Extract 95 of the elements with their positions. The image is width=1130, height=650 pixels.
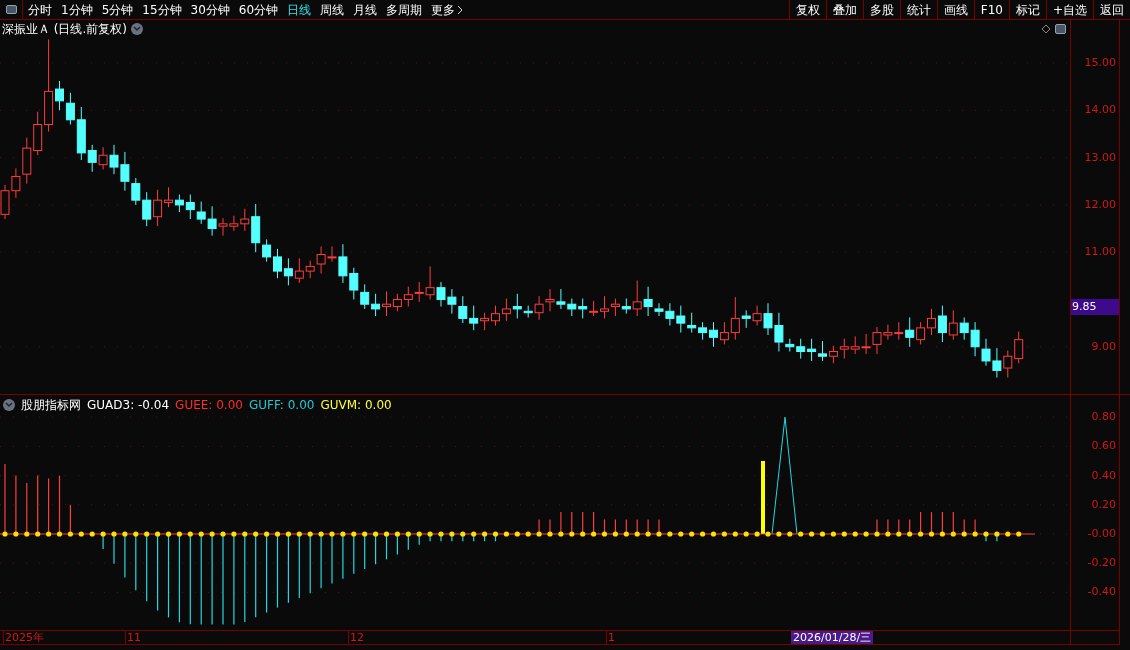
indicator-name: 股朋指标网 (21, 397, 81, 414)
candlestick (719, 321, 729, 345)
chart-title: 深振业Ａ (日线.前复权) (2, 21, 127, 38)
indicator-tick-label: -0.40 (1087, 586, 1116, 598)
candlestick (273, 248, 282, 279)
period-tab[interactable]: 月线 (353, 0, 378, 19)
price-tick-label: 15.00 (1084, 57, 1116, 69)
price-tick-label: 9.00 (1091, 340, 1116, 352)
date-label: 12 (348, 631, 364, 644)
candlestick (512, 293, 522, 319)
toolbar-button[interactable]: 标记 (1008, 0, 1046, 19)
period-tab[interactable]: 周线 (320, 0, 345, 19)
candlestick (534, 295, 544, 321)
candlestick (545, 288, 555, 312)
candlestick (142, 191, 152, 227)
toolbar-button[interactable]: 叠加 (825, 0, 863, 19)
indicator-tick-label: 0.60 (1091, 440, 1116, 452)
candlestick (796, 338, 806, 360)
chevron-right-icon (457, 4, 464, 15)
candlestick (294, 257, 304, 284)
indicator-tick-label: -0.20 (1087, 557, 1116, 569)
toolbar-button[interactable]: +自选 (1045, 0, 1093, 19)
period-tab[interactable]: 分时 (28, 0, 52, 19)
candlestick (937, 305, 947, 343)
candlestick (87, 144, 97, 173)
panel-toggle-icon[interactable] (5, 5, 17, 14)
period-tab[interactable]: 1分钟 (61, 0, 93, 19)
toolbar-button[interactable]: 画线 (936, 0, 974, 19)
price-tick-label: 14.00 (1084, 104, 1116, 116)
candlestick (185, 194, 195, 220)
candlestick (807, 338, 817, 362)
candlestick (262, 238, 272, 263)
candlestick (916, 321, 926, 345)
candlestick (643, 286, 653, 317)
diamond-icon[interactable] (1041, 24, 1051, 34)
candlestick (730, 296, 740, 341)
candlestick (948, 309, 958, 341)
toolbar-button[interactable]: 复权 (788, 0, 826, 19)
candlestick (382, 290, 391, 317)
indicator-value: GUEE: 0.00 (175, 397, 243, 414)
candlestick (709, 321, 718, 348)
price-tick-label: 13.00 (1084, 151, 1116, 163)
candlestick (403, 286, 413, 308)
dropdown-icon[interactable] (131, 23, 143, 35)
candlestick (927, 308, 936, 336)
indicator-tick-label: 0.40 (1091, 469, 1116, 481)
candlestick (131, 177, 141, 206)
period-tab[interactable]: 5分钟 (101, 0, 134, 19)
candlestick (283, 257, 293, 286)
date-label: 11 (125, 631, 141, 644)
indicator-tick-label: 0.80 (1091, 411, 1116, 423)
toolbar-button[interactable]: 返回 (1093, 0, 1130, 19)
date-label: 1 (606, 631, 615, 644)
candlestick (501, 298, 511, 322)
candlestick (818, 340, 827, 362)
indicator-value: GUAD3: -0.04 (87, 397, 170, 414)
candlestick (153, 189, 163, 227)
panel-toggle-icon[interactable] (1055, 24, 1066, 34)
candlestick (360, 283, 370, 310)
candlestick (600, 295, 609, 319)
candlestick (55, 80, 64, 111)
candlestick (632, 280, 642, 317)
toolbar-button[interactable]: 统计 (899, 0, 937, 19)
indicator-value: GUVM: 0.00 (320, 397, 392, 414)
candlestick (905, 316, 915, 348)
indicator-tick-label: -0.00 (1087, 528, 1116, 539)
candlestick (491, 305, 500, 326)
candlestick (1003, 350, 1013, 378)
indicator-tick-label: 0.20 (1091, 498, 1116, 510)
cursor-date-label: 2026/01/28/三 (791, 631, 874, 644)
dropdown-icon[interactable] (3, 399, 15, 411)
current-price-label: 9.85 (1071, 298, 1119, 315)
price-tick-label: 12.00 (1084, 198, 1116, 210)
period-tab[interactable]: 日线 (287, 0, 312, 19)
toolbar-button[interactable]: 多股 (862, 0, 900, 19)
candlestick (839, 338, 849, 360)
candlestick (164, 186, 173, 208)
period-tab[interactable]: 15分钟 (142, 0, 182, 19)
period-tab[interactable]: 更多 (431, 0, 464, 19)
candlestick (371, 293, 381, 317)
candlestick (98, 146, 108, 170)
indicator-value: GUFF: 0.00 (248, 397, 315, 414)
period-tab[interactable]: 多周期 (386, 0, 423, 19)
candlestick (687, 312, 697, 334)
candlestick (752, 305, 762, 326)
candlestick (578, 298, 588, 319)
date-label: 2025年 (3, 631, 44, 644)
candlestick (65, 92, 75, 126)
toolbar-button[interactable]: F10 (973, 0, 1009, 19)
candlestick (458, 295, 468, 324)
candlestick (1014, 331, 1024, 364)
period-tab[interactable]: 30分钟 (190, 0, 230, 19)
period-tab[interactable]: 60分钟 (238, 0, 279, 19)
candlestick (469, 305, 479, 331)
price-tick-label: 11.00 (1084, 246, 1116, 258)
